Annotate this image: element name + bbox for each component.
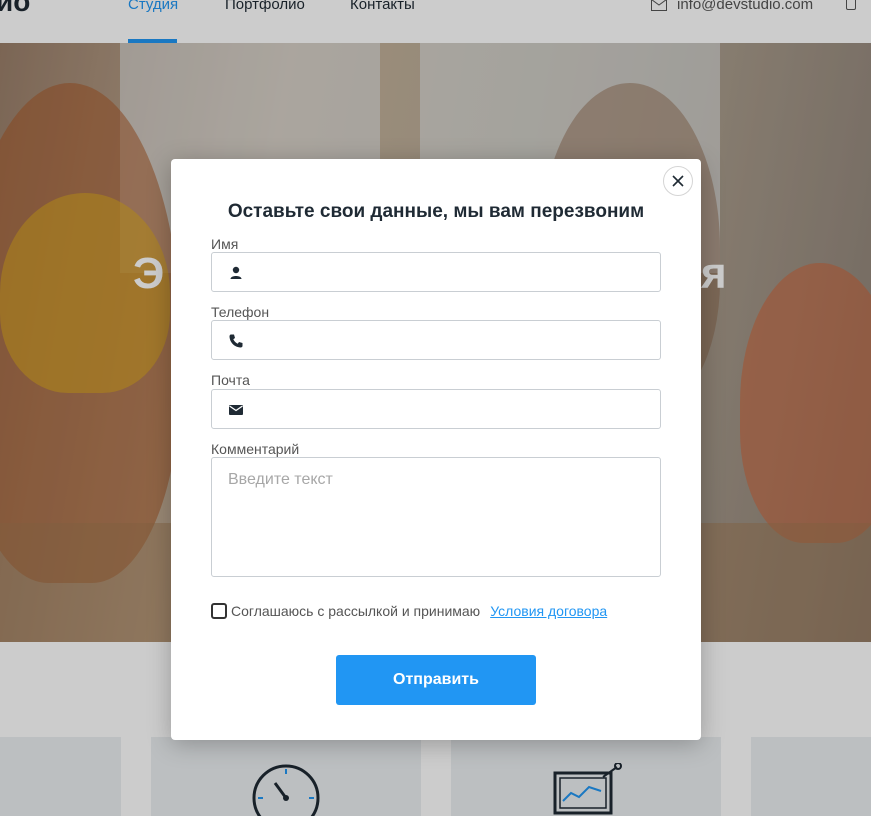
agreement-checkbox[interactable] [211,603,227,619]
phone-input[interactable] [256,321,656,359]
envelope-icon [229,405,243,415]
user-icon [230,266,242,279]
name-field[interactable] [211,252,661,292]
email-label: Почта [211,372,250,388]
comment-textarea[interactable] [212,458,660,576]
terms-link[interactable]: Условия договора [490,603,607,619]
name-label: Имя [211,236,239,252]
close-button[interactable] [663,166,693,196]
email-input[interactable] [256,390,656,428]
submit-button[interactable]: Отправить [336,655,536,705]
phone-field[interactable] [211,320,661,360]
comment-label: Комментарий [211,441,300,457]
comment-field[interactable] [211,457,661,577]
callback-modal: Оставьте свои данные, мы вам перезвоним … [171,159,701,740]
phone-label: Телефон [211,304,270,320]
modal-title: Оставьте свои данные, мы вам перезвоним [227,201,645,222]
email-field[interactable] [211,389,661,429]
agreement-row: Соглашаюсь с рассылкой и принимаю Услови… [211,602,607,620]
agreement-text: Соглашаюсь с рассылкой и принимаю [231,603,481,619]
phone-icon [229,334,243,348]
name-input[interactable] [256,253,656,291]
close-icon [672,175,684,187]
